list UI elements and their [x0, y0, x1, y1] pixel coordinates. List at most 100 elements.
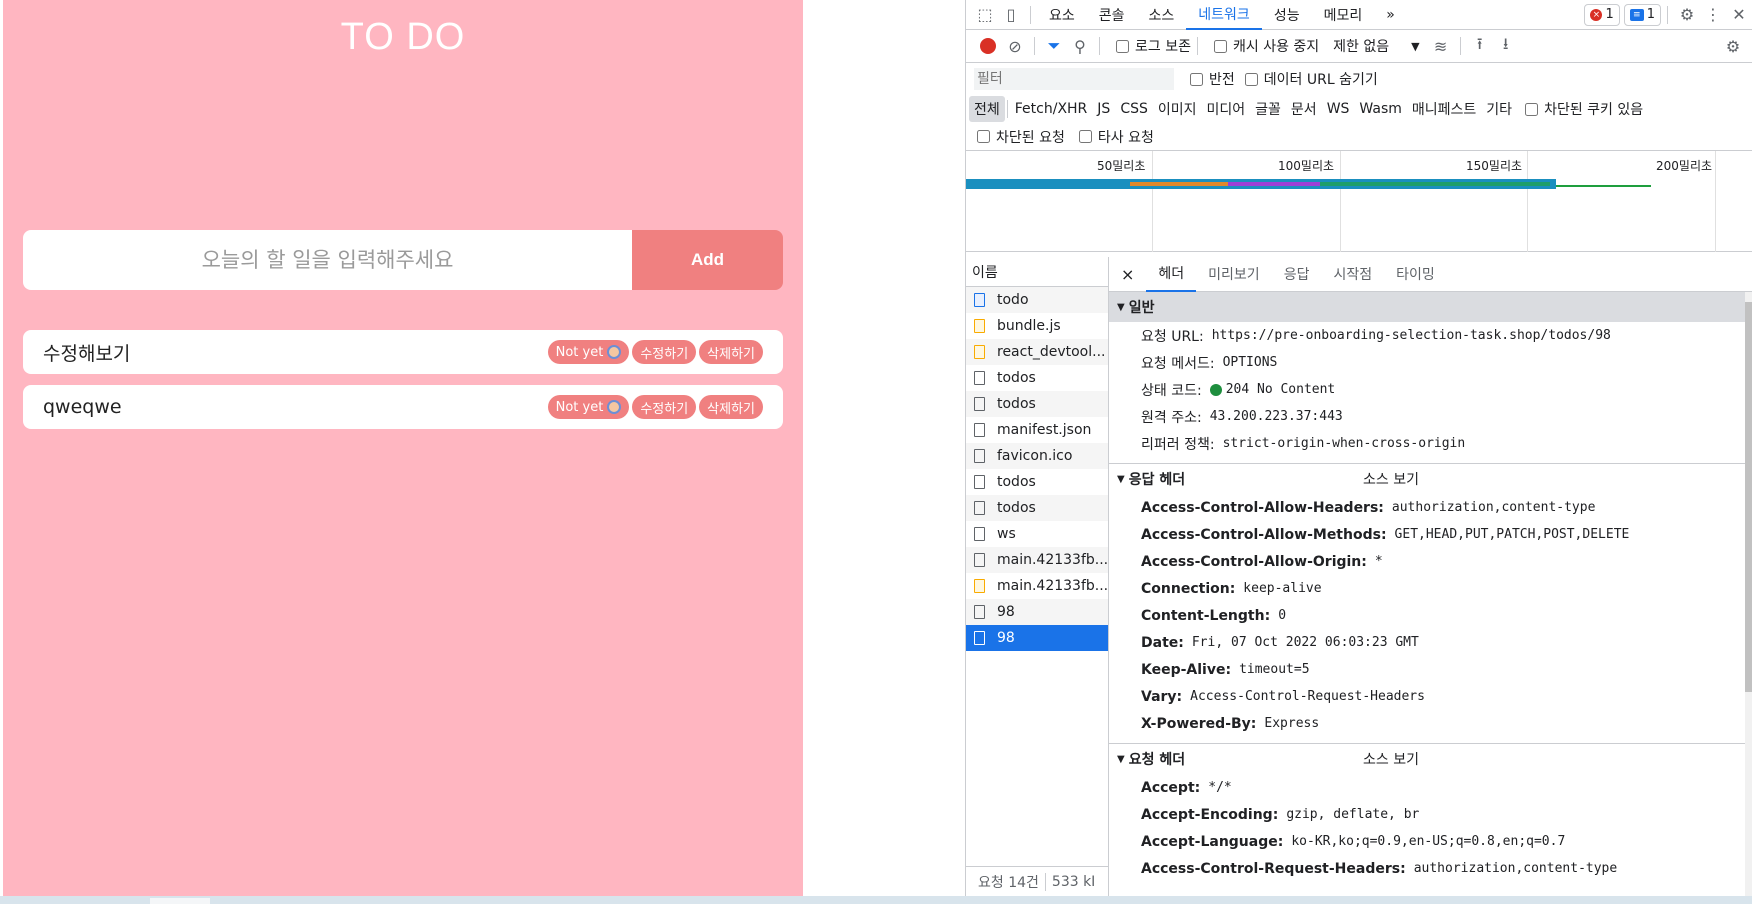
- request-row[interactable]: todos: [966, 365, 1108, 391]
- type-fetch-xhr[interactable]: Fetch/XHR: [1010, 98, 1093, 120]
- invert-checkbox[interactable]: 반전: [1190, 69, 1235, 89]
- blocked-cookies-checkbox[interactable]: 차단된 쿠키 있음: [1525, 99, 1643, 119]
- tab-response[interactable]: 응답: [1272, 257, 1322, 292]
- script-file-icon: [974, 579, 985, 593]
- header-key: Connection:: [1141, 580, 1236, 597]
- disable-cache-checkbox[interactable]: 캐시 사용 중지: [1213, 36, 1319, 56]
- clear-icon[interactable]: ⊘: [1002, 33, 1028, 59]
- status-button[interactable]: Not yet: [547, 340, 630, 364]
- hide-data-urls-checkbox[interactable]: 데이터 URL 숨기기: [1244, 69, 1378, 89]
- header-key: Date:: [1141, 634, 1184, 651]
- error-badge[interactable]: × 1: [1584, 3, 1620, 26]
- status-button[interactable]: Not yet: [547, 395, 630, 419]
- request-row[interactable]: todos: [966, 469, 1108, 495]
- network-conditions-icon[interactable]: ≋: [1428, 33, 1454, 59]
- header-key: Accept-Language:: [1141, 833, 1284, 850]
- header-row: 요청 URL: https://pre-onboarding-selection-…: [1109, 322, 1752, 349]
- third-party-checkbox[interactable]: 타사 요청: [1078, 127, 1154, 147]
- type-ws[interactable]: WS: [1322, 98, 1355, 120]
- device-toolbar-icon[interactable]: ▯: [998, 2, 1024, 28]
- type-wasm[interactable]: Wasm: [1354, 98, 1406, 120]
- request-headers-section-header[interactable]: ▼ 요청 헤더 소스 보기: [1109, 744, 1752, 774]
- request-row[interactable]: todos: [966, 391, 1108, 417]
- request-row[interactable]: react_devtool...: [966, 339, 1108, 365]
- header-value: authorization,content-type: [1391, 500, 1596, 515]
- type-js[interactable]: JS: [1092, 98, 1115, 120]
- tab-memory[interactable]: 메모리: [1312, 0, 1375, 30]
- download-icon[interactable]: ⭳: [1493, 33, 1519, 59]
- detail-tabbar: × 헤더 미리보기 응답 시작점 타이밍: [1109, 257, 1752, 292]
- tab-preview[interactable]: 미리보기: [1196, 257, 1272, 292]
- type-media[interactable]: 미디어: [1202, 96, 1251, 122]
- type-all[interactable]: 전체: [969, 96, 1005, 122]
- throttle-select[interactable]: 제한 없음: [1333, 36, 1389, 56]
- timeline-bar: [1320, 182, 1550, 186]
- response-headers-section-header[interactable]: ▼ 응답 헤더 소스 보기: [1109, 464, 1752, 494]
- request-row[interactable]: todo: [966, 287, 1108, 313]
- inspect-element-icon[interactable]: ⬚: [972, 2, 998, 28]
- view-source-link[interactable]: 소스 보기: [1363, 749, 1419, 769]
- request-row[interactable]: 98: [966, 625, 1108, 651]
- header-value: Access-Control-Request-Headers: [1190, 689, 1425, 704]
- tab-elements[interactable]: 요소: [1037, 0, 1087, 30]
- tab-sources[interactable]: 소스: [1137, 0, 1187, 30]
- add-button[interactable]: Add: [632, 230, 783, 290]
- header-row: Keep-Alive: timeout=5: [1109, 656, 1752, 683]
- request-row[interactable]: 98: [966, 599, 1108, 625]
- request-name: favicon.ico: [997, 448, 1073, 464]
- more-tabs-button[interactable]: »: [1374, 0, 1407, 30]
- tab-headers[interactable]: 헤더: [1146, 257, 1197, 292]
- general-section-header[interactable]: ▼ 일반: [1109, 292, 1752, 322]
- edit-button[interactable]: 수정하기: [632, 395, 697, 419]
- tab-initiator[interactable]: 시작점: [1321, 257, 1384, 292]
- list-item: 수정해보기 Not yet 수정하기 삭제하기: [23, 330, 783, 374]
- delete-button[interactable]: 삭제하기: [699, 395, 763, 419]
- gear-icon[interactable]: ⚙: [1674, 2, 1700, 28]
- request-row[interactable]: manifest.json: [966, 417, 1108, 443]
- request-row[interactable]: main.42133fb...: [966, 573, 1108, 599]
- scrollbar-thumb[interactable]: [1745, 302, 1752, 692]
- type-css[interactable]: CSS: [1115, 98, 1153, 120]
- request-row[interactable]: main.42133fb...: [966, 547, 1108, 573]
- network-settings-gear-icon[interactable]: ⚙: [1720, 33, 1746, 59]
- request-name: 98: [997, 630, 1015, 646]
- header-row: 요청 메서드: OPTIONS: [1109, 349, 1752, 376]
- kebab-menu-icon[interactable]: ⋮: [1700, 2, 1726, 28]
- header-key: Accept-Encoding:: [1141, 806, 1279, 823]
- status-label: Not yet: [555, 399, 604, 415]
- type-other[interactable]: 기타: [1481, 96, 1517, 122]
- request-row[interactable]: todos: [966, 495, 1108, 521]
- type-font[interactable]: 글꼴: [1250, 96, 1286, 122]
- request-row[interactable]: ws: [966, 521, 1108, 547]
- edit-button[interactable]: 수정하기: [632, 340, 697, 364]
- tab-performance[interactable]: 성능: [1262, 0, 1312, 30]
- upload-icon[interactable]: ⭱: [1467, 33, 1493, 59]
- todo-input[interactable]: [23, 230, 632, 290]
- type-manifest[interactable]: 매니페스트: [1407, 96, 1481, 122]
- request-row[interactable]: favicon.ico: [966, 443, 1108, 469]
- tab-console[interactable]: 콘솔: [1087, 0, 1137, 30]
- filter-icon[interactable]: ⏷: [1041, 33, 1067, 59]
- search-icon[interactable]: ⚲: [1067, 33, 1093, 59]
- name-column-header[interactable]: 이름: [966, 257, 1108, 287]
- network-overview-timeline[interactable]: 50밀리초 100밀리초 150밀리초 200밀리초: [966, 151, 1752, 252]
- request-row[interactable]: bundle.js: [966, 313, 1108, 339]
- message-badge[interactable]: ≡ 1: [1623, 3, 1661, 26]
- record-icon[interactable]: [980, 38, 996, 54]
- divider: [1459, 37, 1461, 55]
- type-doc[interactable]: 문서: [1286, 96, 1322, 122]
- close-detail-button[interactable]: ×: [1109, 257, 1146, 292]
- type-image[interactable]: 이미지: [1153, 96, 1202, 122]
- delete-button[interactable]: 삭제하기: [699, 340, 763, 364]
- tab-network[interactable]: 네트워크: [1186, 0, 1262, 30]
- timeline-gridline: [1152, 151, 1153, 252]
- view-source-link[interactable]: 소스 보기: [1363, 469, 1419, 489]
- preserve-log-checkbox[interactable]: 로그 보존: [1116, 36, 1191, 56]
- header-value: OPTIONS: [1222, 355, 1278, 370]
- blocked-requests-checkbox[interactable]: 차단된 요청: [977, 127, 1065, 147]
- close-icon[interactable]: ✕: [1726, 2, 1752, 28]
- tab-timing[interactable]: 타이밍: [1384, 257, 1447, 292]
- chevron-down-icon[interactable]: ▼: [1411, 40, 1419, 53]
- filter-input[interactable]: [974, 68, 1174, 90]
- scrollbar[interactable]: [1745, 292, 1752, 896]
